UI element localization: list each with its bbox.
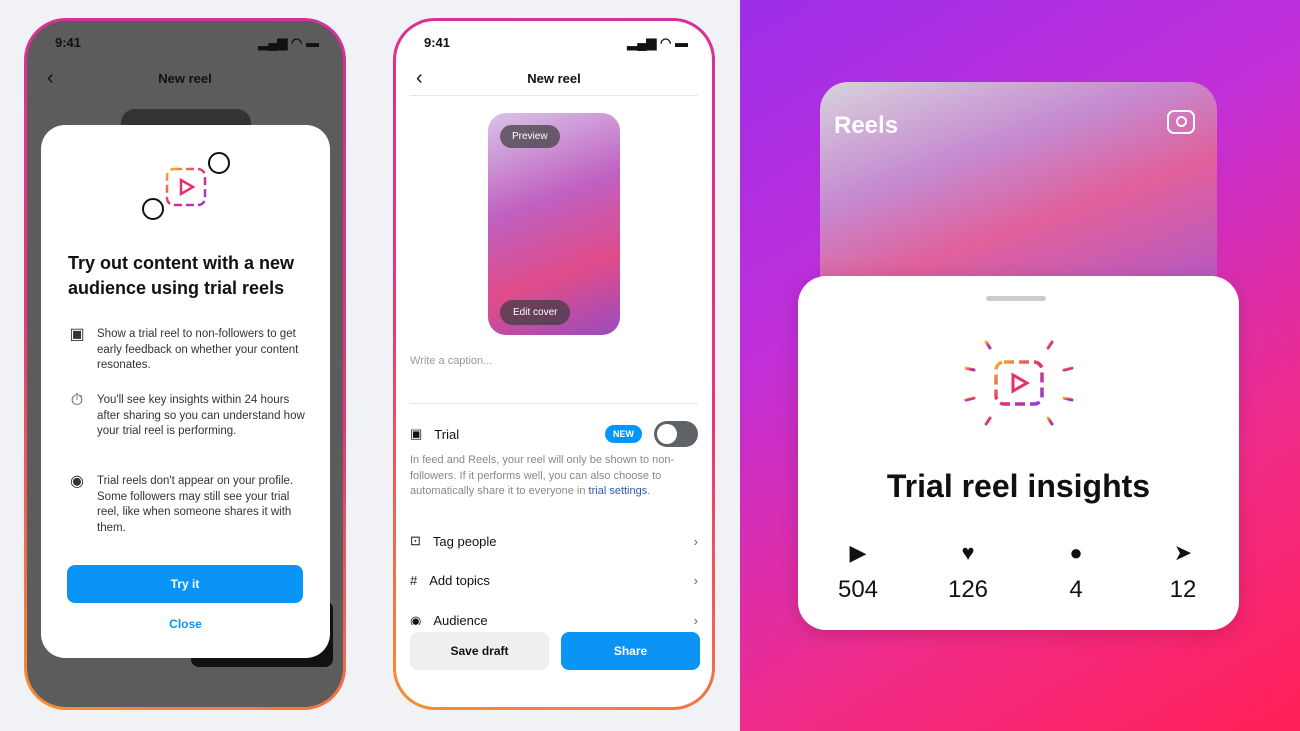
share-icon: ➤	[1173, 540, 1193, 565]
divider	[410, 95, 698, 96]
feature-text: Show a trial reel to non-followers to ge…	[97, 328, 299, 371]
status-icons: ▂▄▆ ◠ ▬	[627, 35, 688, 50]
hashtag-icon: #	[410, 573, 418, 588]
camera-icon[interactable]	[1167, 110, 1195, 134]
close-button[interactable]: Close	[41, 617, 330, 631]
stat-value: 126	[947, 576, 989, 603]
heart-icon: ♥	[961, 540, 975, 565]
feature-item: ⏱ You'll see key insights within 24 hours…	[67, 393, 307, 440]
save-draft-button[interactable]: Save draft	[410, 632, 549, 670]
divider	[410, 403, 698, 404]
feature-text: Trial reels don't appear on your profile…	[97, 475, 294, 534]
stat-value: 4	[1069, 576, 1083, 603]
trial-description: In feed and Reels, your reel will only b…	[410, 453, 692, 500]
eye-icon: ◉	[410, 613, 422, 625]
nav-title: New reel	[527, 71, 581, 86]
stat-plays: ▶ 504	[818, 540, 898, 604]
trial-settings-link[interactable]: trial settings	[589, 485, 648, 497]
screen: 9:41 ▂▄▆ ◠ ▬ ‹ New reel Try out content w…	[27, 21, 343, 707]
play-icon: ▶	[849, 540, 867, 565]
chevron-right-icon: ›	[693, 573, 698, 588]
row-label: Audience	[433, 613, 488, 625]
drag-handle[interactable]	[986, 296, 1046, 301]
stat-comments: ● 4	[1036, 540, 1116, 604]
stopwatch-icon: ⏱	[70, 392, 84, 409]
new-badge: NEW	[605, 425, 642, 443]
profile-icon: ◉	[70, 473, 84, 490]
insights-title: Trial reel insights	[886, 468, 1151, 504]
audience-row[interactable]: ◉ Audience ›	[410, 613, 698, 625]
reels-video: Reels	[820, 82, 1217, 302]
share-button[interactable]: Share	[561, 632, 700, 670]
trial-reel-illustration-icon	[142, 152, 230, 220]
feature-item: ▣ Show a trial reel to non-followers to g…	[67, 327, 307, 374]
row-label: Tag people	[432, 533, 497, 549]
insights-sheet: Trial reel insights ▶ 504 ♥ 126 ● 4 ➤ 12	[798, 276, 1239, 630]
trial-reel-icon	[964, 328, 1074, 440]
feature-text: You'll see key insights within 24 hours …	[97, 394, 305, 437]
description-end: .	[647, 485, 651, 497]
tag-people-row[interactable]: ⊡ Tag people ›	[410, 533, 698, 549]
nav-title: New reel	[158, 71, 212, 86]
time: 9:41	[424, 35, 451, 50]
chevron-right-icon: ›	[693, 533, 698, 549]
phone-trial-intro: 9:41 ▂▄▆ ◠ ▬ ‹ New reel Try out content w…	[24, 18, 346, 710]
reels-header: Reels	[834, 112, 899, 139]
chevron-right-icon: ›	[693, 613, 698, 625]
feature-item: ◉ Trial reels don't appear on your profil…	[67, 474, 307, 536]
status-bar: 9:41 ▂▄▆ ◠ ▬	[55, 35, 319, 51]
tag-people-icon: ⊡	[410, 533, 421, 548]
stat-value: 504	[837, 576, 879, 603]
trial-reel-icon: ▣	[69, 326, 85, 343]
phone-new-reel: 9:41 ▂▄▆ ◠ ▬ ‹ New reel Preview Edit cove…	[393, 18, 715, 710]
status-bar: 9:41 ▂▄▆ ◠ ▬	[424, 35, 688, 51]
status-icons: ▂▄▆ ◠ ▬	[258, 35, 319, 50]
modal-title: Try out content with a new audience usin…	[68, 253, 295, 298]
try-it-button[interactable]: Try it	[67, 565, 303, 603]
caption-input[interactable]: Write a caption...	[410, 355, 492, 367]
add-topics-row[interactable]: # Add topics ›	[410, 573, 698, 588]
screen: 9:41 ▂▄▆ ◠ ▬ ‹ New reel Preview Edit cove…	[396, 21, 712, 707]
trial-label: Trial	[434, 426, 460, 442]
trial-reels-modal: Try out content with a new audience usin…	[41, 125, 330, 658]
time: 9:41	[55, 35, 82, 50]
stat-shares: ➤ 12	[1143, 540, 1223, 604]
trial-toggle[interactable]	[654, 421, 698, 447]
stat-likes: ♥ 126	[928, 540, 1008, 604]
stat-value: 12	[1169, 576, 1197, 603]
trial-reel-icon: ▣	[410, 426, 423, 441]
preview-label: Preview	[500, 125, 560, 148]
edit-cover-button[interactable]: Edit cover	[500, 300, 571, 325]
trial-row: ▣ Trial NEW	[410, 421, 698, 447]
comment-icon: ●	[1069, 540, 1083, 565]
row-label: Add topics	[429, 573, 490, 588]
reel-preview[interactable]: Preview Edit cover	[488, 113, 620, 335]
